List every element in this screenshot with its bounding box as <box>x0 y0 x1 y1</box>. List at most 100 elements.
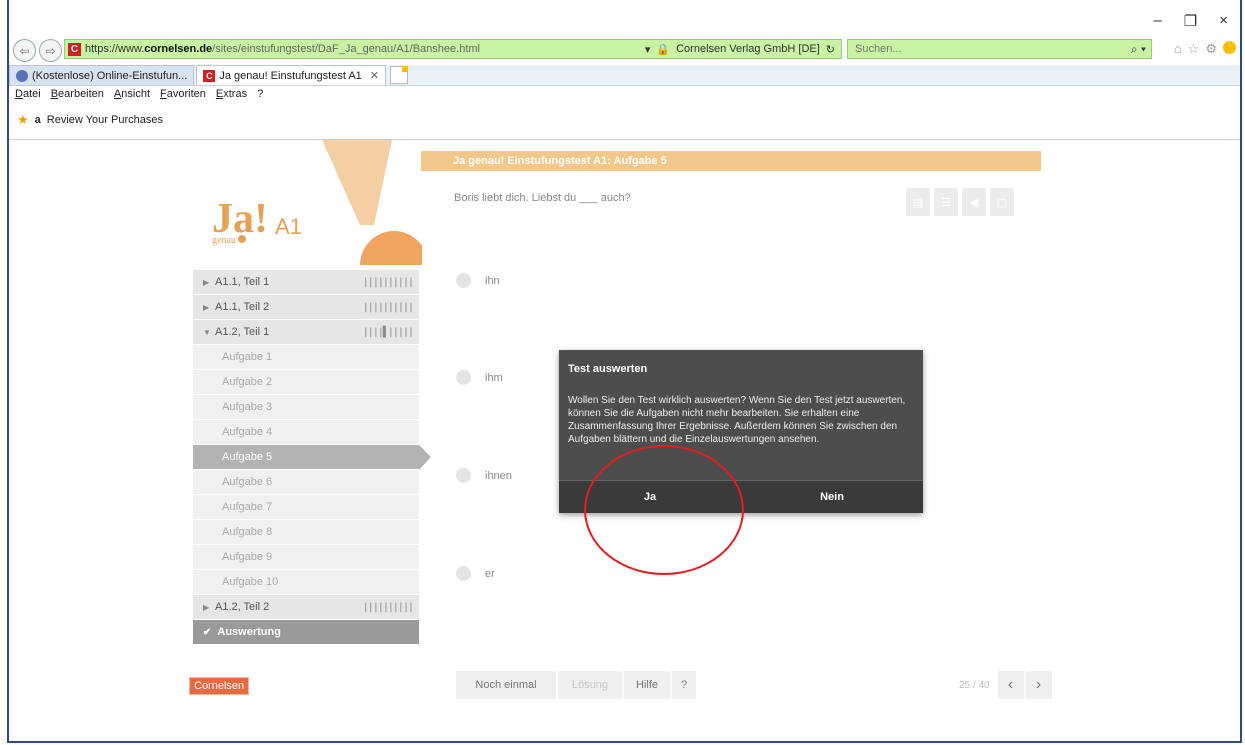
menu-datei[interactable]: Datei <box>15 88 41 100</box>
task-item-1[interactable]: Aufgabe 1 <box>193 345 419 370</box>
tab-label: (Kostenlose) Online-Einstufun... <box>32 69 188 82</box>
window-controls: – ❐ × <box>1153 12 1228 30</box>
menu-favoriten[interactable]: Favoriten <box>160 88 206 100</box>
menu-bearbeiten[interactable]: Bearbeiten <box>51 88 104 100</box>
search-bar[interactable]: ⌕ ▾ <box>847 39 1152 59</box>
task-item-10[interactable]: Aufgabe 10 <box>193 570 419 595</box>
tab-bar: (Kostenlose) Online-Einstufun... C Ja ge… <box>9 65 1240 86</box>
section-label: A1.1, Teil 2 <box>215 301 270 313</box>
search-input[interactable] <box>853 42 1097 56</box>
cornelsen-favicon-icon: C <box>68 42 81 56</box>
section-progress: |||||||||| <box>362 301 414 313</box>
previous-button[interactable]: ‹ <box>997 671 1024 699</box>
menu-help[interactable]: ? <box>257 88 263 100</box>
section-progress: ||||▌||||| <box>362 326 414 338</box>
audio-icon[interactable]: ◀ <box>962 188 986 216</box>
chevron-right-icon: › <box>1035 676 1042 693</box>
section-a1-1-teil-2[interactable]: ▶ A1.1, Teil 2 |||||||||| <box>193 295 419 320</box>
dialog-buttons: Ja Nein <box>559 480 923 513</box>
radio-button[interactable] <box>456 468 471 483</box>
nein-button[interactable]: Nein <box>741 481 923 513</box>
pager: 25 / 40 ‹ › <box>959 671 1052 699</box>
option-ihm[interactable]: ihm <box>456 370 503 385</box>
dialog-message: Wollen Sie den Test wirklich auswerten? … <box>568 395 906 445</box>
search-icon[interactable]: ⌕ ▾ <box>1131 42 1146 57</box>
lock-icon: 🔒 <box>656 43 671 56</box>
loesung-button[interactable]: Lösung <box>558 671 622 699</box>
gear-icon[interactable]: ⚙ <box>1205 41 1217 57</box>
expand-icon[interactable]: ▢ <box>990 188 1014 216</box>
radio-button[interactable] <box>456 273 471 288</box>
menu-bar: Datei Bearbeiten Ansicht Favoriten Extra… <box>15 88 263 100</box>
task-item-6[interactable]: Aufgabe 6 <box>193 470 419 495</box>
radio-button[interactable] <box>456 566 471 581</box>
menu-extras[interactable]: Extras <box>216 88 247 100</box>
option-ihnen[interactable]: ihnen <box>456 468 512 483</box>
option-er[interactable]: er <box>456 566 495 581</box>
option-label: ihm <box>485 371 503 384</box>
noch-einmal-button[interactable]: Noch einmal <box>456 671 556 699</box>
section-label: A1.1, Teil 1 <box>215 276 270 288</box>
next-button[interactable]: › <box>1025 671 1052 699</box>
smiley-feedback-icon[interactable] <box>1223 41 1236 54</box>
favorite-link-review-purchases[interactable]: Review Your Purchases <box>47 114 163 126</box>
address-row: ⇦ ⇨ C https://www. cornelsen.de /sites/e… <box>9 35 1240 63</box>
tab-close-icon[interactable]: ✕ <box>370 69 379 82</box>
chevron-right-icon: ▶ <box>203 602 210 612</box>
minimize-button[interactable]: – <box>1153 12 1161 30</box>
radio-button[interactable] <box>456 370 471 385</box>
address-bar[interactable]: C https://www. cornelsen.de /sites/einst… <box>64 39 842 59</box>
page-counter: 25 / 40 <box>959 679 990 691</box>
task-item-4[interactable]: Aufgabe 4 <box>193 420 419 445</box>
auswertung-item[interactable]: ✔ Auswertung <box>193 620 419 645</box>
url-prefix: https://www. <box>85 43 145 55</box>
task-header: Ja genau! Einstufungstest A1: Aufgabe 5 <box>421 151 1041 171</box>
section-a1-2-teil-1[interactable]: ▼ A1.2, Teil 1 ||||▌||||| <box>193 320 419 345</box>
arrow-right-icon: ⇨ <box>45 43 56 58</box>
hilfe-button[interactable]: Hilfe <box>624 671 670 699</box>
task-item-7[interactable]: Aufgabe 7 <box>193 495 419 520</box>
close-button[interactable]: × <box>1219 12 1228 30</box>
chevron-right-icon: ▶ <box>203 302 210 312</box>
checkmark-icon: ✔ <box>203 626 212 638</box>
tab-ja-genau[interactable]: C Ja genau! Einstufungstest A1 ✕ <box>196 65 387 85</box>
back-button[interactable]: ⇦ <box>13 39 36 62</box>
task-item-5-active[interactable]: Aufgabe 5 <box>193 445 431 470</box>
home-icon[interactable]: ⌂ <box>1174 41 1182 57</box>
task-item-9[interactable]: Aufgabe 9 <box>193 545 419 570</box>
chevron-down-icon: ▼ <box>203 327 211 337</box>
print-icon[interactable]: ▤ <box>906 188 930 216</box>
option-ihn[interactable]: ihn <box>456 273 500 288</box>
cornelsen-brand-logo: Cornelsen <box>189 677 250 695</box>
ja-button[interactable]: Ja <box>559 481 741 513</box>
logo-genau-text: genau <box>212 235 246 246</box>
refresh-icon[interactable]: ↻ <box>826 43 835 56</box>
logo-level: A1 <box>275 214 302 239</box>
task-item-2[interactable]: Aufgabe 2 <box>193 370 419 395</box>
section-a1-1-teil-1[interactable]: ▶ A1.1, Teil 1 |||||||||| <box>193 270 419 295</box>
url-host: cornelsen.de <box>144 43 213 55</box>
task-question: Boris liebt dich. Liebst du ___ auch? <box>454 192 631 204</box>
site-identity[interactable]: ▾ 🔒 Cornelsen Verlag GmbH [DE] ↻ <box>645 43 835 56</box>
amazon-icon: a <box>34 114 41 126</box>
browser-window: – ❐ × ⇦ ⇨ C https://www. cornelsen.de /s… <box>7 0 1242 743</box>
restore-button[interactable]: ❐ <box>1184 12 1197 30</box>
help-question-button[interactable]: ? <box>672 671 696 699</box>
favorites-bar: ★ a Review Your Purchases <box>17 112 163 128</box>
add-favorite-star-icon[interactable]: ★ <box>17 112 29 128</box>
site-identity-label: Cornelsen Verlag GmbH [DE] <box>676 43 820 55</box>
favorites-star-icon[interactable]: ☆ <box>1188 41 1200 57</box>
forward-button[interactable]: ⇨ <box>39 39 62 62</box>
tab-label: Ja genau! Einstufungstest A1 <box>219 69 362 82</box>
chevron-left-icon: ‹ <box>1007 676 1014 693</box>
dropdown-icon[interactable]: ▾ <box>645 43 651 56</box>
task-item-3[interactable]: Aufgabe 3 <box>193 395 419 420</box>
new-tab-button[interactable] <box>390 66 409 84</box>
task-tools: ▤ ☰ ◀ ▢ <box>906 188 1014 216</box>
tab-online-einstufung[interactable]: (Kostenlose) Online-Einstufun... <box>9 65 195 85</box>
menu-ansicht[interactable]: Ansicht <box>114 88 150 100</box>
task-item-8[interactable]: Aufgabe 8 <box>193 520 419 545</box>
notes-icon[interactable]: ☰ <box>934 188 958 216</box>
section-a1-2-teil-2[interactable]: ▶ A1.2, Teil 2 |||||||||| <box>193 595 419 620</box>
task-navigation: ▶ A1.1, Teil 1 |||||||||| ▶ A1.1, Teil 2… <box>193 270 431 645</box>
